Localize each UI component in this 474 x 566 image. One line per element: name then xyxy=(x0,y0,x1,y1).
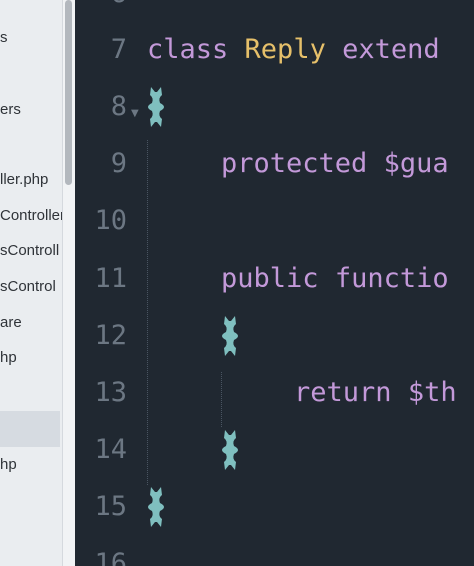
file-item-label: Controller xyxy=(0,207,62,224)
file-item-label: are xyxy=(0,314,22,331)
file-item[interactable]: Controller xyxy=(0,200,62,232)
batman-brace-icon xyxy=(148,87,164,127)
line-number: 6 xyxy=(75,0,127,10)
code-line-11: public functio xyxy=(221,263,449,295)
file-item-label: s xyxy=(0,29,8,46)
batman-brace-icon xyxy=(148,487,164,527)
line-number: 15 xyxy=(94,491,127,522)
batman-brace-icon xyxy=(222,430,238,470)
file-item[interactable]: sControl xyxy=(0,271,62,303)
batman-brace-icon xyxy=(222,316,238,356)
keyword-token: functio xyxy=(334,263,449,294)
file-item-label: ller.php xyxy=(0,171,49,188)
file-item-selected[interactable] xyxy=(0,411,60,447)
keyword-token: class xyxy=(147,34,229,65)
file-item-label: sControll xyxy=(0,242,60,259)
code-editor[interactable]: 6 7 8 9 10 11 12 13 14 15 16 ▼ class Rep… xyxy=(75,0,474,566)
keyword-token: public xyxy=(221,263,319,294)
file-item-label: ers xyxy=(0,101,21,118)
indent-guide xyxy=(147,140,148,485)
line-number: 12 xyxy=(94,320,127,351)
keyword-token: protected xyxy=(221,148,368,179)
variable-token: $th xyxy=(407,377,457,408)
file-item[interactable]: s xyxy=(0,22,62,54)
code-line-13: return $th xyxy=(294,377,457,409)
app-window: s ers ller.php Controller sControll sCon… xyxy=(0,0,474,566)
file-item[interactable]: hp xyxy=(0,342,62,374)
class-name-token: Reply xyxy=(244,34,326,65)
file-item[interactable]: ers xyxy=(0,94,62,126)
code-line-9: protected $gua xyxy=(221,148,449,180)
fold-arrow-icon[interactable]: ▼ xyxy=(131,108,139,119)
keyword-token: return xyxy=(294,377,392,408)
variable-token: $gua xyxy=(383,148,449,179)
sidebar-scrollbar-thumb[interactable] xyxy=(65,0,72,185)
line-number: 9 xyxy=(110,148,127,179)
sidebar-scrollbar[interactable] xyxy=(62,0,75,566)
file-item[interactable]: sControll xyxy=(0,235,62,267)
file-item[interactable]: are xyxy=(0,307,62,339)
indent-guide xyxy=(221,372,222,427)
keyword-token: extend xyxy=(342,34,440,65)
code-line-7: class Reply extend xyxy=(147,34,440,66)
file-item[interactable]: ller.php xyxy=(0,164,62,196)
file-item-label: sControl xyxy=(0,278,56,295)
line-number: 10 xyxy=(94,205,127,236)
line-number: 11 xyxy=(94,263,127,294)
file-item-label: hp xyxy=(0,456,17,473)
file-item-label: hp xyxy=(0,349,17,366)
file-item[interactable]: hp xyxy=(0,449,62,481)
line-number: 16 xyxy=(94,548,127,566)
line-number: 13 xyxy=(94,377,127,408)
line-number: 8 xyxy=(110,91,127,122)
file-tree-sidebar: s ers ller.php Controller sControll sCon… xyxy=(0,0,62,566)
line-number: 7 xyxy=(110,34,127,65)
line-number: 14 xyxy=(94,434,127,465)
